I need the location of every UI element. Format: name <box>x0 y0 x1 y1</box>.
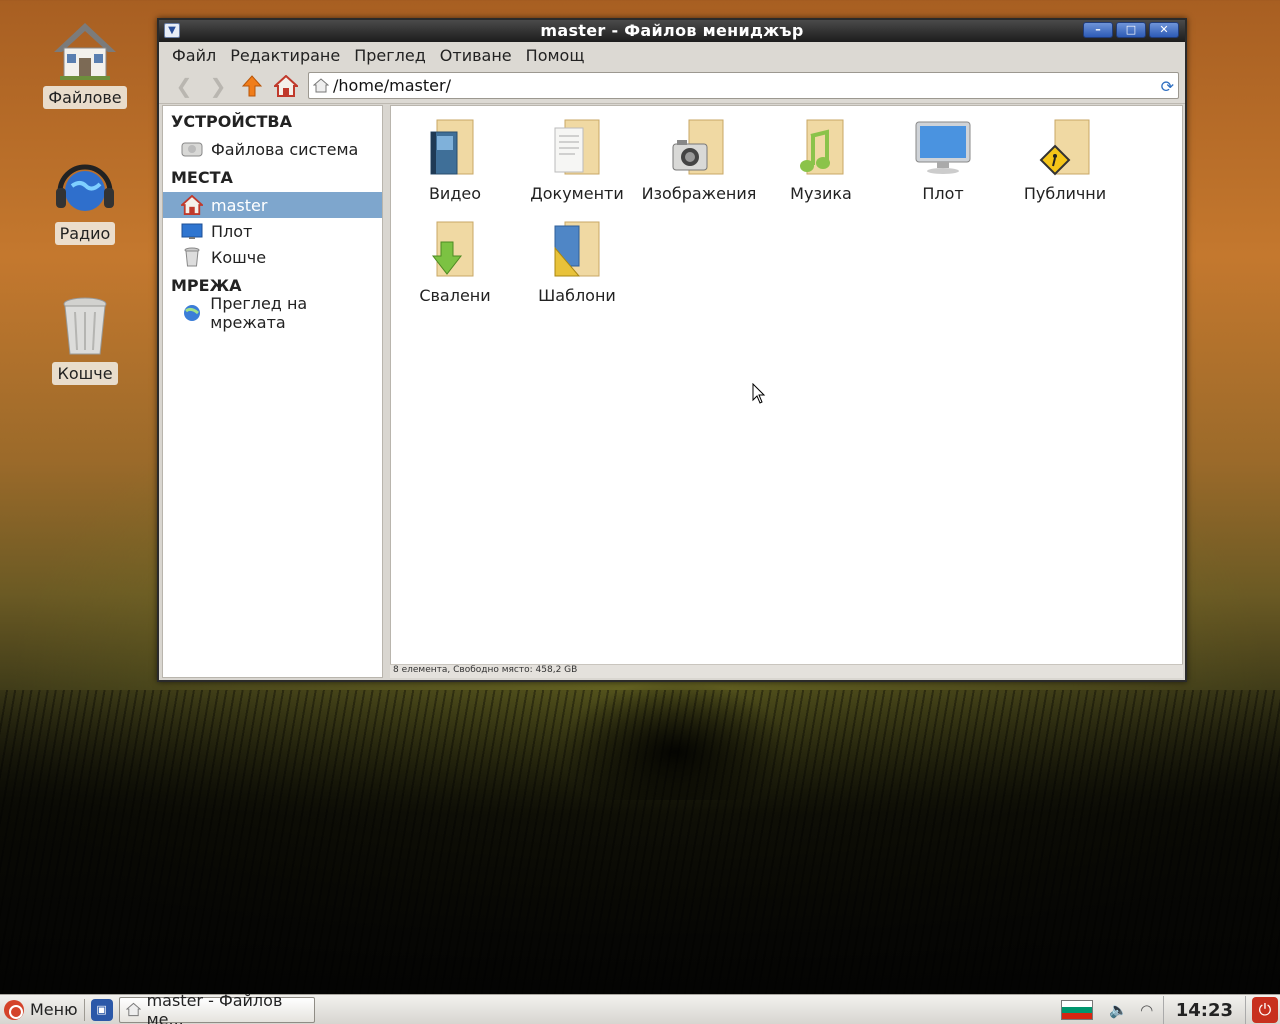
home-icon <box>54 23 116 80</box>
desktop-folder-icon <box>915 121 971 174</box>
file-item-pictures[interactable]: Изображения <box>638 116 760 203</box>
home-small-icon <box>313 78 329 93</box>
home-button[interactable] <box>269 71 303 101</box>
back-button[interactable]: ❮ <box>167 71 201 101</box>
menu-file[interactable]: Файл <box>165 46 223 65</box>
file-item-name: Видео <box>428 184 482 203</box>
pictures-folder-icon <box>672 119 724 175</box>
taskbar: Меню ▣ master - Файлов ме... 🔈 ◠ 14:23 ⏻ <box>0 991 1280 1024</box>
pane-splitter[interactable] <box>385 105 389 678</box>
file-item-name: Свалени <box>419 286 491 305</box>
up-button[interactable] <box>235 71 269 101</box>
sidebar-item-network[interactable]: Преглед на мрежата <box>163 294 382 332</box>
clock[interactable]: 14:23 <box>1162 996 1246 1024</box>
wifi-icon[interactable]: ◠ <box>1135 1001 1159 1019</box>
file-view[interactable]: Видео Документи Изображения Музика Плот … <box>390 105 1183 678</box>
file-item-name: Шаблони <box>538 286 616 305</box>
trash-icon <box>181 247 203 267</box>
menu-logo-icon <box>4 999 24 1020</box>
downloads-folder-icon <box>431 221 474 277</box>
file-item-videos[interactable]: Видео <box>394 116 516 203</box>
menubar: Файл Редактиране Преглед Отиване Помощ <box>159 42 1185 68</box>
sidebar-heading-places: МЕСТА <box>171 168 233 187</box>
status-bar: 8 елемента, Свободно място: 458,2 GB <box>390 664 1183 678</box>
back-arrow-icon: ❮ <box>175 73 193 98</box>
music-folder-icon <box>800 119 844 175</box>
location-path: /home/master/ <box>333 76 451 95</box>
forward-button[interactable]: ❯ <box>201 71 235 101</box>
up-arrow-icon <box>242 74 262 96</box>
menu-go[interactable]: Отиване <box>433 46 519 65</box>
taskbar-separator <box>83 998 85 1021</box>
harddisk-icon <box>181 139 203 159</box>
location-bar[interactable]: /home/master/ ⟳ <box>308 72 1179 99</box>
file-item-public[interactable]: Публични <box>1004 116 1126 203</box>
mouse-cursor-icon <box>752 383 766 404</box>
documents-folder-icon <box>554 119 600 175</box>
close-button[interactable]: ✕ <box>1149 22 1179 38</box>
start-menu-button[interactable]: Меню <box>0 995 78 1024</box>
menu-view[interactable]: Преглед <box>347 46 433 65</box>
file-item-documents[interactable]: Документи <box>516 116 638 203</box>
desktop-icon-radio[interactable]: Радио <box>30 158 140 245</box>
sidebar-item-trash[interactable]: Кошче <box>163 244 382 270</box>
home-small-icon <box>125 1002 141 1017</box>
wallpaper-tree <box>560 680 790 800</box>
keyboard-layout-flag-icon[interactable] <box>1060 1000 1093 1020</box>
desktop-icon-label: Радио <box>54 222 116 245</box>
window-title: master - Файлов мениджър <box>540 21 804 40</box>
file-item-name: Документи <box>530 184 624 203</box>
sidebar-item-filesystem[interactable]: Файлова система <box>163 136 382 162</box>
refresh-icon[interactable]: ⟳ <box>1161 77 1174 96</box>
home-icon <box>181 195 203 215</box>
headphones-globe-icon <box>56 164 114 211</box>
minimize-button[interactable]: – <box>1083 22 1113 38</box>
power-icon[interactable]: ⏻ <box>1252 997 1278 1023</box>
file-manager-window: ▼ master - Файлов мениджър – □ ✕ Файл Ре… <box>157 18 1187 682</box>
sidebar-item-label: Преглед на мрежата <box>210 294 308 332</box>
trash-icon <box>63 297 107 355</box>
desktop-icon-label: Кошче <box>52 362 118 385</box>
system-tray: 🔈 ◠ 14:23 ⏻ <box>1060 995 1280 1024</box>
menu-edit[interactable]: Редактиране <box>223 46 347 65</box>
sidebar-item-label: Плот <box>211 221 253 241</box>
sidebar-item-label: master <box>211 195 268 215</box>
taskbar-window-button[interactable]: master - Файлов ме... <box>118 991 315 1024</box>
sidebar: УСТРОЙСТВА Файлова система МЕСТА master … <box>162 105 383 678</box>
video-folder-icon <box>430 119 474 175</box>
home-icon <box>274 74 298 97</box>
forward-arrow-icon: ❯ <box>209 73 227 98</box>
sidebar-item-desktop[interactable]: Плот <box>163 218 382 244</box>
file-item-name: Публични <box>1023 184 1107 203</box>
file-item-music[interactable]: Музика <box>760 116 882 203</box>
templates-folder-icon <box>554 221 600 277</box>
sidebar-item-label: Кошче <box>211 247 267 267</box>
network-icon <box>181 303 202 323</box>
public-folder-icon <box>1039 119 1090 176</box>
file-manager-launcher-icon[interactable]: ▣ <box>90 998 113 1021</box>
sidebar-item-label: Файлова система <box>211 139 359 159</box>
maximize-button[interactable]: □ <box>1116 22 1146 38</box>
desktop-icon-files[interactable]: Файлове <box>30 20 140 109</box>
file-item-desktop[interactable]: Плот <box>882 116 1004 203</box>
start-menu-label: Меню <box>30 1000 78 1019</box>
sidebar-item-master[interactable]: master <box>163 192 382 218</box>
window-titlebar[interactable]: ▼ master - Файлов мениджър – □ ✕ <box>159 20 1185 42</box>
file-item-name: Изображения <box>641 184 757 203</box>
taskbar-window-label: master - Файлов ме... <box>146 990 283 1024</box>
file-item-downloads[interactable]: Свалени <box>394 218 516 305</box>
desktop-icon-label: Файлове <box>43 86 127 109</box>
file-item-templates[interactable]: Шаблони <box>516 218 638 305</box>
desktop-icon <box>181 221 203 241</box>
volume-icon[interactable]: 🔈 <box>1107 1001 1131 1019</box>
file-item-name: Музика <box>790 184 852 203</box>
file-item-name: Плот <box>922 184 964 203</box>
sidebar-heading-devices: УСТРОЙСТВА <box>171 112 292 131</box>
desktop-icon-trash[interactable]: Кошче <box>30 296 140 385</box>
menu-help[interactable]: Помощ <box>519 46 592 65</box>
